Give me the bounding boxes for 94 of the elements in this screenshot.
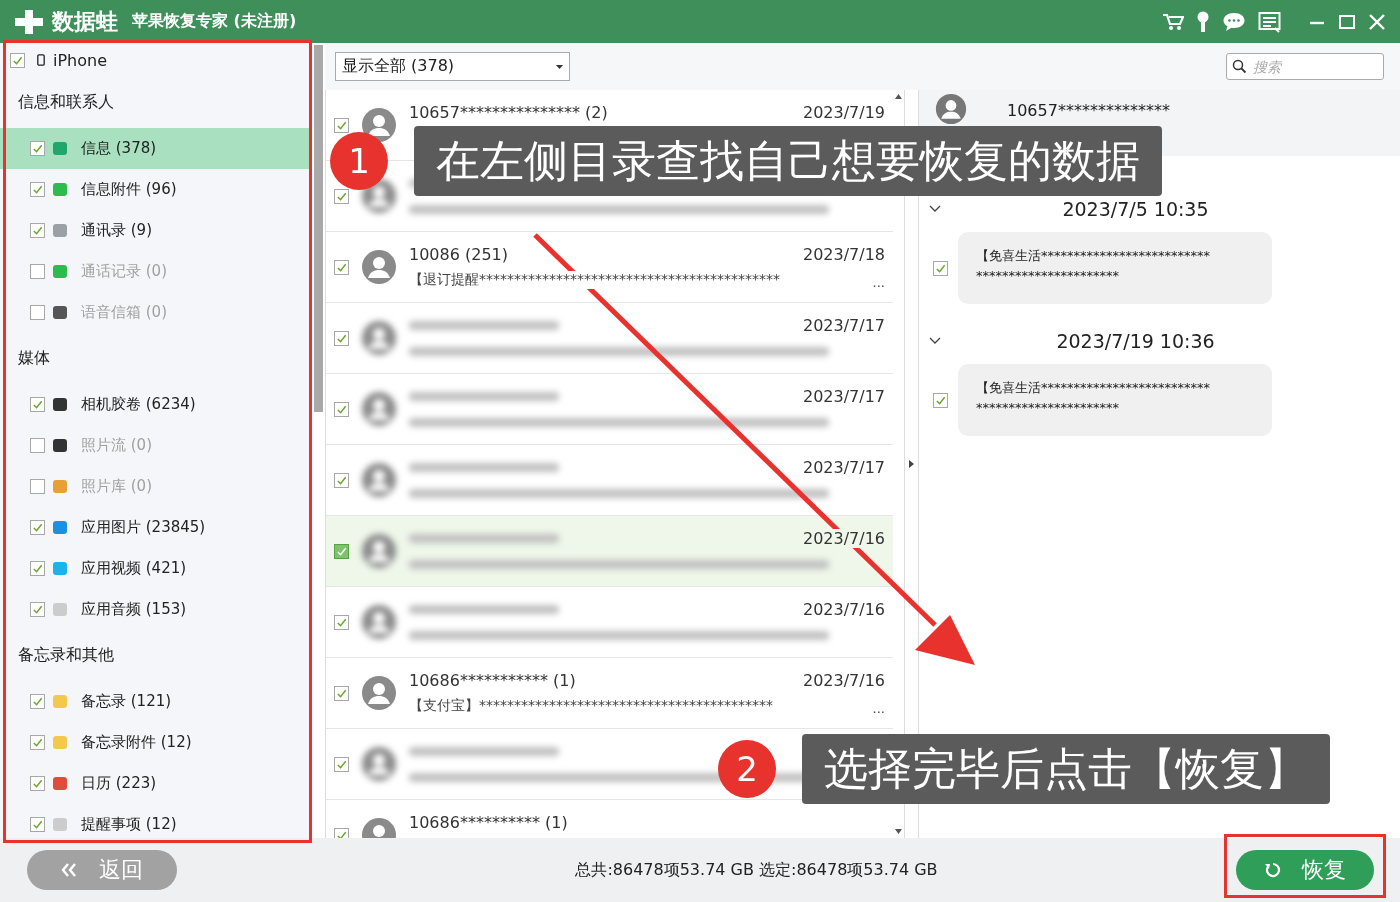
checkbox[interactable] — [30, 561, 45, 576]
sidebar-item[interactable]: 通讯录 (9) — [0, 210, 312, 251]
contact-name: 10086 (251) — [409, 244, 508, 264]
checkbox[interactable] — [30, 735, 45, 750]
avatar-icon — [361, 391, 397, 427]
step-badge: 2 — [718, 740, 776, 798]
avatar-icon — [361, 533, 397, 569]
checkbox[interactable] — [334, 543, 349, 559]
message-text: 【免喜生活************************** — [976, 379, 1211, 397]
sidebar-item[interactable]: 信息附件 (96) — [0, 169, 312, 210]
close-icon[interactable] — [1368, 12, 1386, 31]
sidebar-item[interactable]: 应用音频 (153) — [0, 589, 312, 630]
refresh-icon — [1264, 861, 1282, 879]
cart-icon[interactable] — [1162, 11, 1184, 32]
app-logo: 数据蛙 — [52, 7, 118, 36]
checkbox[interactable] — [334, 614, 349, 630]
message-text: ********************** — [976, 399, 1120, 417]
conversation-row[interactable]: 2023/7/17 — [326, 374, 893, 445]
checkbox[interactable] — [10, 52, 25, 68]
checkbox[interactable] — [30, 520, 45, 535]
scroll-up-icon[interactable] — [895, 94, 902, 99]
checkbox[interactable] — [30, 182, 45, 197]
checkbox[interactable] — [30, 817, 45, 832]
checkbox[interactable] — [30, 141, 45, 156]
contact-name: 10657*************** (2) — [409, 102, 608, 122]
checkbox[interactable] — [30, 397, 45, 412]
phone-icon — [37, 54, 45, 66]
callout-tooltip: 在左侧目录查找自己想要恢复的数据 — [414, 126, 1162, 196]
checkbox[interactable] — [334, 756, 349, 772]
section-heading: 备忘录和其他 — [17, 644, 115, 666]
avatar-icon — [935, 93, 967, 125]
checkbox[interactable] — [30, 776, 45, 791]
conversation-row[interactable]: 2023/7/16 — [326, 587, 893, 658]
summary-text: 总共:86478项53.74 GB 选定:86478项53.74 GB — [574, 859, 939, 881]
contact-name: 10686*********** (1) — [409, 670, 576, 690]
scroll-down-icon[interactable] — [895, 829, 902, 834]
checkbox[interactable] — [334, 472, 349, 488]
device-label[interactable]: iPhone — [53, 50, 107, 70]
sidebar-item[interactable]: 备忘录附件 (12) — [0, 722, 312, 763]
checkbox[interactable] — [933, 392, 948, 408]
checkbox[interactable] — [334, 401, 349, 417]
double-chevron-icon — [61, 863, 77, 877]
avatar-icon — [361, 320, 397, 356]
section-heading: 媒体 — [17, 347, 51, 369]
search-field[interactable]: 搜索 — [1226, 53, 1384, 80]
maximize-icon[interactable] — [1338, 12, 1356, 31]
key-icon[interactable] — [1196, 10, 1210, 33]
message-date: 2023/7/16 — [802, 528, 885, 548]
conversation-row[interactable]: 2023/7/17 — [326, 445, 893, 516]
conversation-row[interactable]: 2023/7/16 — [326, 516, 893, 587]
checkbox[interactable] — [334, 685, 349, 701]
expand-arrow-icon[interactable] — [909, 460, 914, 468]
window-title: 苹果恢复专家 (未注册) — [132, 11, 297, 32]
message-text: ********************** — [976, 267, 1120, 285]
conversation-row[interactable]: 2023/7/17 — [326, 303, 893, 374]
list-icon[interactable] — [1258, 10, 1282, 33]
contact-name: 10657************** — [1007, 101, 1170, 120]
sidebar-item[interactable]: 相机胶卷 (6234) — [0, 384, 312, 425]
sidebar-item[interactable]: 应用视频 (421) — [0, 548, 312, 589]
ellipsis-text: ... — [872, 275, 885, 290]
scrollbar-thumb[interactable] — [314, 45, 323, 412]
checkbox[interactable] — [30, 223, 45, 238]
sidebar-item[interactable]: 备忘录 (121) — [0, 681, 312, 722]
checkbox[interactable] — [334, 188, 349, 204]
checkbox[interactable] — [30, 694, 45, 709]
dropdown-caret-icon — [556, 64, 563, 69]
sidebar-item[interactable]: 信息 (378) — [0, 128, 312, 169]
sidebar-item[interactable]: 提醒事项 (12) — [0, 804, 312, 838]
checkbox[interactable] — [334, 117, 349, 133]
message-text: 【免喜生活************************** — [976, 247, 1211, 265]
checkbox[interactable] — [30, 602, 45, 617]
callout-tooltip: 选择完毕后点击【恢复】 — [802, 734, 1330, 804]
avatar-icon — [361, 604, 397, 640]
filter-dropdown[interactable]: 显示全部 (378) — [335, 52, 570, 81]
chevron-icon[interactable] — [929, 205, 941, 213]
chat-icon[interactable] — [1222, 10, 1246, 33]
avatar-icon — [361, 675, 397, 711]
step-badge: 1 — [330, 132, 388, 190]
avatar-icon — [361, 462, 397, 498]
avatar-icon — [361, 746, 397, 782]
section-heading: 信息和联系人 — [17, 91, 115, 113]
checkbox[interactable] — [334, 330, 349, 346]
conversation-row[interactable]: 10086 (251) 2023/7/18 【退订提醒******************************************* ... — [326, 232, 893, 303]
sidebar-item[interactable]: 应用图片 (23845) — [0, 507, 312, 548]
sidebar-item[interactable]: 日历 (223) — [0, 763, 312, 804]
chevron-icon[interactable] — [929, 337, 941, 345]
ellipsis-text: ... — [872, 701, 885, 716]
checkbox[interactable] — [933, 260, 948, 276]
avatar-icon — [361, 249, 397, 285]
conversation-row[interactable]: 10686*********** (1) 2023/7/16 【支付宝】****************************************** ... — [326, 658, 893, 729]
contact-name: 10686********** (1) — [409, 812, 568, 832]
message-time: 2023/7/5 10:35 — [1061, 198, 1210, 220]
message-time: 2023/7/19 10:36 — [1055, 330, 1216, 352]
checkbox[interactable] — [334, 259, 349, 275]
